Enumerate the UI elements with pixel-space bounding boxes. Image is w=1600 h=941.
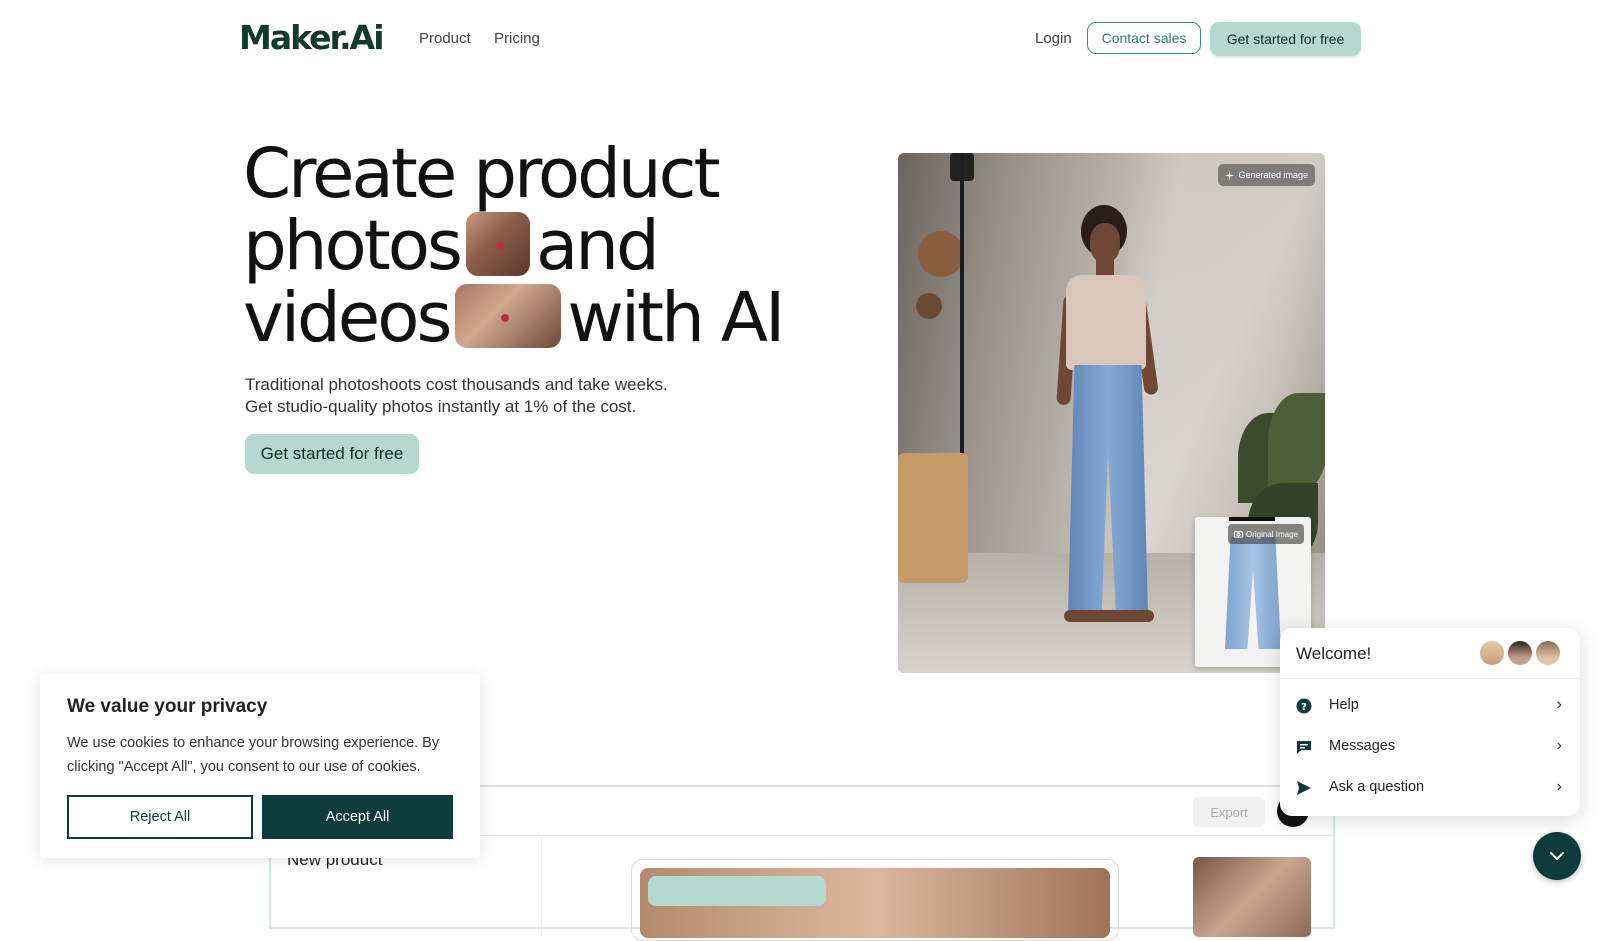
hero-title-photos: photos: [243, 206, 463, 286]
camera-icon: [1234, 531, 1243, 538]
chevron-down-icon: [1550, 852, 1564, 860]
login-link[interactable]: Login: [1035, 30, 1072, 47]
chat-widget: Welcome! ? Help › Messages › Ask a quest…: [1280, 628, 1580, 816]
nav-link-product[interactable]: Product: [419, 30, 471, 47]
chat-item-messages[interactable]: Messages ›: [1280, 727, 1580, 767]
reject-all-button[interactable]: Reject All: [67, 795, 253, 839]
hero-title-and: and: [535, 206, 660, 286]
generated-image-badge: Generated image: [1218, 164, 1315, 186]
preview-thumbnail[interactable]: [1193, 857, 1311, 937]
chevron-right-icon: ›: [1556, 737, 1562, 754]
chair: [898, 453, 968, 583]
ring-hand-thumbnail: [465, 211, 530, 276]
avatar: [1506, 639, 1534, 667]
chevron-right-icon: ›: [1556, 696, 1562, 713]
hero-title-videos: videos: [243, 278, 452, 358]
contact-sales-button[interactable]: Contact sales: [1087, 22, 1201, 54]
original-jeans-photo: [1225, 537, 1281, 649]
hero-title-line-1: Create product: [243, 134, 721, 214]
accept-all-button[interactable]: Accept All: [262, 795, 453, 839]
export-button[interactable]: Export: [1193, 797, 1265, 827]
generated-image-label: Generated image: [1238, 170, 1308, 180]
original-image-label: Original Image: [1246, 529, 1299, 539]
chat-welcome: Welcome!: [1296, 644, 1372, 663]
avatar: [1478, 639, 1506, 667]
svg-text:?: ?: [1301, 702, 1307, 713]
original-image-badge: Original Image: [1228, 524, 1305, 544]
cookie-text: We use cookies to enhance your browsing …: [67, 735, 440, 775]
ring-video-thumbnail: [455, 283, 562, 348]
preview-generated-card: [631, 859, 1119, 941]
logo[interactable]: Maker.Ai: [239, 18, 385, 57]
hero-title: Create product photos and videos with AI: [243, 138, 863, 354]
hero-subtitle-line-1: Traditional photoshoots cost thousands a…: [245, 375, 668, 394]
chat-item-label: Ask a question: [1329, 779, 1425, 795]
hero-title-line-3: videos with AI: [243, 282, 863, 354]
preview-generated-label: [648, 876, 826, 906]
hero-title-line-2: photos and: [243, 210, 863, 282]
wall-basket-small: [916, 293, 942, 319]
cookie-title: We value your privacy: [67, 696, 268, 717]
chevron-right-icon: ›: [1556, 778, 1562, 795]
avatar: [1534, 639, 1562, 667]
cookie-banner: We value your privacy We use cookies to …: [40, 674, 480, 858]
hero-subtitle-line-2: Get studio-quality photos instantly at 1…: [245, 397, 637, 416]
get-started-nav-button[interactable]: Get started for free: [1210, 22, 1361, 56]
nav-link-pricing[interactable]: Pricing: [494, 30, 540, 47]
chat-item-label: Help: [1329, 697, 1359, 713]
chat-item-label: Messages: [1329, 738, 1396, 754]
hero-title-with-ai: with AI: [567, 278, 785, 358]
help-icon: ?: [1296, 698, 1312, 714]
top-navigation: Maker.Ai Product Pricing Login Contact s…: [0, 0, 1600, 78]
team-avatars: [1478, 639, 1562, 667]
chat-item-help[interactable]: ? Help ›: [1280, 686, 1580, 726]
model-figure: [1046, 205, 1166, 635]
hero-generated-photo: Generated image Original Image: [898, 153, 1325, 673]
hero-get-started-button[interactable]: Get started for free: [245, 434, 419, 474]
messages-icon: [1296, 739, 1312, 755]
sparkle-icon: [1225, 170, 1235, 180]
chat-toggle-button[interactable]: [1533, 832, 1581, 880]
hero-subtitle: Traditional photoshoots cost thousands a…: [245, 374, 668, 418]
send-icon: [1296, 780, 1312, 796]
wall-basket: [918, 231, 964, 277]
chat-item-ask-question[interactable]: Ask a question ›: [1280, 768, 1580, 808]
chat-header: Welcome!: [1280, 628, 1580, 679]
